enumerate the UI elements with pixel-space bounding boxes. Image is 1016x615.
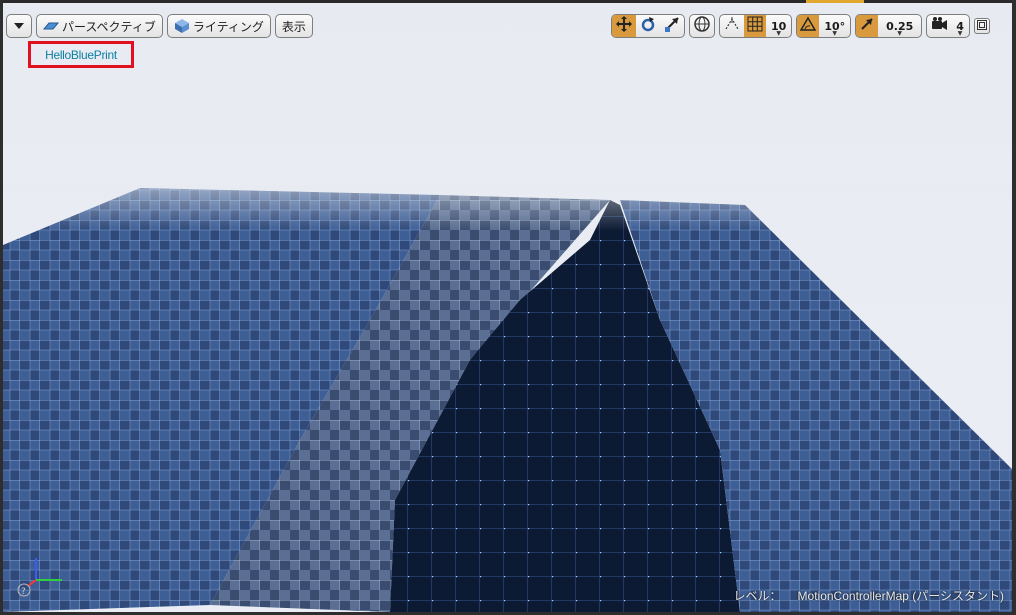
camera-speed-seg [927, 15, 951, 37]
surface-snap-button[interactable] [720, 15, 744, 37]
viewport-title: HelloBluePrint [45, 47, 117, 62]
axis-gizmo-icon: ? [16, 550, 72, 600]
chevron-down-icon: ▼ [776, 30, 781, 37]
rotation-snap-toggle[interactable] [797, 15, 820, 37]
maximize-icon [976, 19, 987, 33]
level-scene [3, 185, 1013, 612]
level-status-label: レベル： [733, 589, 782, 603]
lighting-cube-icon [174, 18, 190, 34]
level-status: レベル： MotionControllerMap (パーシスタント) [734, 587, 1004, 604]
viewport-toolbar-left: パースペクティブ ライティング 表示 [6, 13, 317, 39]
dropdown-arrow-icon [11, 18, 27, 34]
grid-snap-group: 10 ▼ [719, 14, 793, 38]
perspective-icon [43, 18, 59, 34]
rotate-icon [639, 15, 657, 37]
translate-button[interactable] [612, 15, 636, 37]
rotate-button[interactable] [636, 15, 660, 37]
viewport-title-highlight: HelloBluePrint [28, 41, 134, 68]
scale-snap-icon [859, 16, 875, 36]
right-edge [1012, 0, 1016, 615]
scale-snap-value[interactable]: 0.25 ▼ [878, 15, 921, 38]
scale-button[interactable] [660, 15, 684, 37]
level-status-value: MotionControllerMap (パーシスタント) [797, 589, 1004, 603]
viewport-toolbar-right: 10 ▼ 10° ▼ 0.25 ▼ 4 ▼ [611, 13, 994, 39]
scale-snap-toggle[interactable] [856, 15, 879, 37]
world-seg [690, 15, 714, 37]
viewport-options-button[interactable] [6, 14, 32, 38]
show-button[interactable]: 表示 [274, 14, 313, 38]
camera-speed-group[interactable]: 4 ▼ [926, 14, 970, 38]
grid-snap-toggle[interactable] [744, 15, 766, 37]
scale-icon [663, 15, 681, 37]
world-local-toggle[interactable] [689, 14, 715, 38]
translate-icon [615, 15, 633, 37]
perspective-label: パースペクティブ [62, 19, 156, 34]
scale-snap-group: 0.25 ▼ [855, 14, 923, 38]
rotation-snap-icon [800, 16, 817, 36]
maximize-button[interactable] [973, 18, 990, 34]
chevron-down-icon: ▼ [897, 30, 902, 37]
rotation-snap-value[interactable]: 10° ▼ [819, 15, 850, 38]
world-icon [693, 15, 711, 37]
grid-icon [747, 16, 763, 36]
chevron-down-icon: ▼ [957, 30, 963, 37]
grid-snap-value[interactable]: 10 ▼ [766, 15, 791, 38]
camera-speed-icon [930, 16, 948, 36]
perspective-button[interactable]: パースペクティブ [36, 14, 163, 38]
camera-speed-value: 4 ▼ [951, 15, 969, 38]
surface-snap-icon [723, 15, 741, 37]
top-strip [0, 0, 1016, 3]
svg-text:?: ? [21, 587, 26, 597]
transform-mode-group [611, 14, 685, 38]
lighting-button[interactable]: ライティング [166, 14, 271, 38]
left-edge [0, 0, 3, 615]
show-label: 表示 [281, 19, 306, 34]
rotation-snap-group: 10° ▼ [796, 14, 852, 38]
chevron-down-icon: ▼ [832, 30, 838, 37]
lighting-label: ライティング [192, 19, 264, 34]
level-viewport[interactable]: パースペクティブ ライティング 表示 10 ▼ 10° ▼ 0.25 ▼ 4 ▼… [0, 0, 1016, 615]
